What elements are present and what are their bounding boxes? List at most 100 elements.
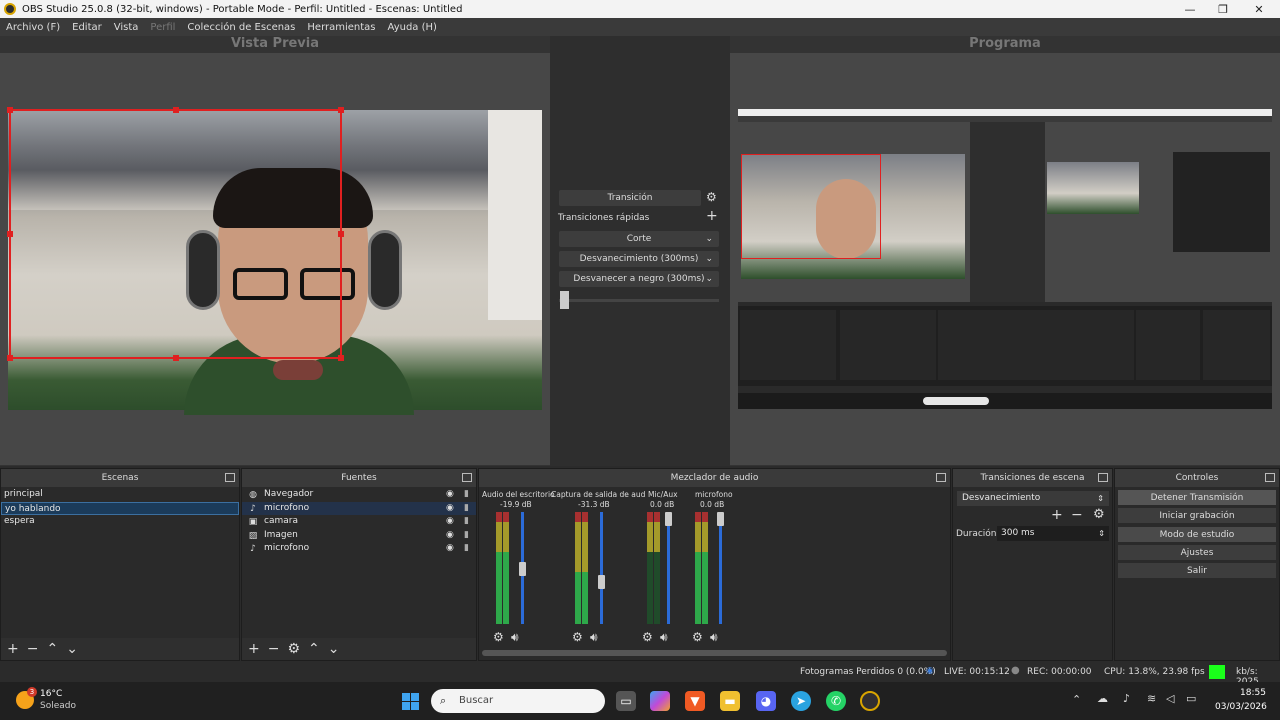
- menu-view[interactable]: Vista: [108, 22, 145, 33]
- tbar-handle[interactable]: [560, 291, 569, 309]
- microphone-icon[interactable]: ♪: [1123, 692, 1130, 705]
- clock-date[interactable]: 03/03/2026: [1215, 702, 1267, 712]
- resize-handle[interactable]: [7, 231, 13, 237]
- weather-temp[interactable]: 16°C: [40, 689, 62, 699]
- move-down-icon[interactable]: ⌄: [328, 641, 340, 657]
- resize-handle[interactable]: [173, 107, 179, 113]
- exit-button[interactable]: Salir: [1118, 563, 1276, 578]
- transition-select[interactable]: Desvanecimiento ⇕: [957, 491, 1109, 506]
- settings-button[interactable]: Ajustes: [1118, 545, 1276, 560]
- resize-handle[interactable]: [338, 231, 344, 237]
- source-item[interactable]: ◍ Navegador ◉ ▮: [242, 488, 476, 502]
- whatsapp-icon[interactable]: ✆: [826, 691, 846, 711]
- lock-icon[interactable]: ▮: [464, 515, 469, 529]
- copilot-icon[interactable]: [650, 691, 670, 711]
- cloud-icon[interactable]: ☁: [1097, 692, 1108, 705]
- start-recording-button[interactable]: Iniciar grabación: [1118, 508, 1276, 523]
- source-item[interactable]: ♪ microfono ◉ ▮: [242, 501, 476, 516]
- lock-icon[interactable]: ▮: [464, 542, 469, 556]
- mixer-scrollbar[interactable]: [482, 650, 947, 656]
- move-up-icon[interactable]: ⌃: [308, 641, 320, 657]
- tbar-track[interactable]: [559, 299, 719, 302]
- wifi-icon[interactable]: ≋: [1147, 692, 1156, 705]
- windows-start-icon[interactable]: [400, 691, 420, 711]
- battery-icon[interactable]: ▭: [1186, 692, 1196, 705]
- speaker-icon[interactable]: 🔊︎: [710, 630, 718, 645]
- volume-fader-track[interactable]: [719, 512, 722, 624]
- menu-file[interactable]: Archivo (F): [0, 22, 66, 33]
- remove-icon[interactable]: −: [268, 641, 280, 657]
- gear-icon[interactable]: ⚙: [642, 630, 653, 644]
- chevron-up-icon[interactable]: ⌃: [1072, 693, 1081, 706]
- add-icon[interactable]: +: [248, 641, 260, 657]
- transition-button[interactable]: Transición: [559, 190, 701, 206]
- lock-icon[interactable]: ▮: [464, 488, 469, 502]
- volume-fader-track[interactable]: [667, 512, 670, 624]
- source-item[interactable]: ▣ camara ◉ ▮: [242, 515, 476, 529]
- brave-browser-icon[interactable]: ▼: [685, 691, 705, 711]
- source-selection-box[interactable]: [7, 107, 344, 361]
- quick-transition-fade[interactable]: Desvanecimiento (300ms) ⌄: [559, 251, 719, 267]
- resize-handle[interactable]: [7, 355, 13, 361]
- close-button[interactable]: ✕: [1242, 0, 1276, 18]
- resize-handle[interactable]: [338, 107, 344, 113]
- menu-scene-collection[interactable]: Colección de Escenas: [181, 22, 301, 33]
- move-up-icon[interactable]: ⌃: [46, 641, 58, 657]
- gear-icon[interactable]: ⚙: [287, 641, 300, 657]
- eye-icon[interactable]: ◉: [446, 542, 454, 556]
- menu-tools[interactable]: Herramientas: [301, 22, 381, 33]
- gear-icon[interactable]: ⚙: [706, 190, 717, 204]
- discord-icon[interactable]: ◕: [756, 691, 776, 711]
- stop-streaming-button[interactable]: Detener Transmisión: [1118, 490, 1276, 505]
- volume-fader-knob[interactable]: [665, 512, 672, 526]
- gear-icon[interactable]: ⚙: [692, 630, 703, 644]
- undock-icon[interactable]: [225, 473, 235, 482]
- move-down-icon[interactable]: ⌄: [66, 641, 78, 657]
- scene-item[interactable]: principal: [1, 488, 239, 502]
- remove-icon[interactable]: −: [1071, 507, 1083, 523]
- speaker-icon[interactable]: 🔊︎: [511, 630, 519, 645]
- volume-icon[interactable]: ◁: [1166, 692, 1174, 705]
- gear-icon[interactable]: ⚙: [572, 630, 583, 644]
- volume-fader-track[interactable]: [600, 512, 603, 624]
- file-explorer-icon[interactable]: ▬: [720, 691, 740, 711]
- telegram-icon[interactable]: ➤: [791, 691, 811, 711]
- resize-handle[interactable]: [338, 355, 344, 361]
- menu-edit[interactable]: Editar: [66, 22, 108, 33]
- source-item[interactable]: ▨ Imagen ◉ ▮: [242, 529, 476, 543]
- scene-item-selected[interactable]: yo hablando: [1, 501, 239, 515]
- volume-fader-knob[interactable]: [598, 575, 605, 589]
- volume-fader-knob[interactable]: [519, 562, 526, 576]
- eye-icon[interactable]: ◉: [446, 502, 454, 516]
- eye-icon[interactable]: ◉: [446, 488, 454, 502]
- gear-icon[interactable]: ⚙: [493, 630, 504, 644]
- speaker-icon[interactable]: 🔊︎: [590, 630, 598, 645]
- remove-icon[interactable]: −: [27, 641, 39, 657]
- resize-handle[interactable]: [7, 107, 13, 113]
- quick-transition-cut[interactable]: Corte ⌄: [559, 231, 719, 247]
- add-quick-transition-icon[interactable]: +: [706, 208, 718, 224]
- source-item[interactable]: ♪ microfono ◉ ▮: [242, 542, 476, 556]
- studio-mode-button[interactable]: Modo de estudio: [1118, 527, 1276, 542]
- resize-handle[interactable]: [173, 355, 179, 361]
- lock-icon[interactable]: ▮: [464, 529, 469, 543]
- gear-icon[interactable]: ⚙: [1093, 507, 1105, 522]
- duration-input[interactable]: 300 ms ⇕: [997, 526, 1109, 541]
- volume-fader-knob[interactable]: [717, 512, 724, 526]
- obs-taskbar-icon[interactable]: [860, 691, 880, 711]
- minimize-button[interactable]: —: [1173, 0, 1207, 18]
- quick-transition-fade-black[interactable]: Desvanecer a negro (300ms) ⌄: [559, 271, 719, 287]
- undock-icon[interactable]: [1265, 473, 1275, 482]
- undock-icon[interactable]: [936, 473, 946, 482]
- undock-icon[interactable]: [462, 473, 472, 482]
- lock-icon[interactable]: ▮: [464, 502, 469, 516]
- add-icon[interactable]: +: [7, 641, 19, 657]
- add-icon[interactable]: +: [1051, 507, 1063, 523]
- menu-profile[interactable]: Perfil: [144, 22, 181, 33]
- task-view-icon[interactable]: ▭: [616, 691, 636, 711]
- eye-icon[interactable]: ◉: [446, 515, 454, 529]
- scene-item[interactable]: espera: [1, 515, 239, 529]
- taskbar-search[interactable]: ⌕ Buscar: [431, 689, 605, 713]
- menu-help[interactable]: Ayuda (H): [382, 22, 443, 33]
- clock-time[interactable]: 18:55: [1240, 688, 1266, 698]
